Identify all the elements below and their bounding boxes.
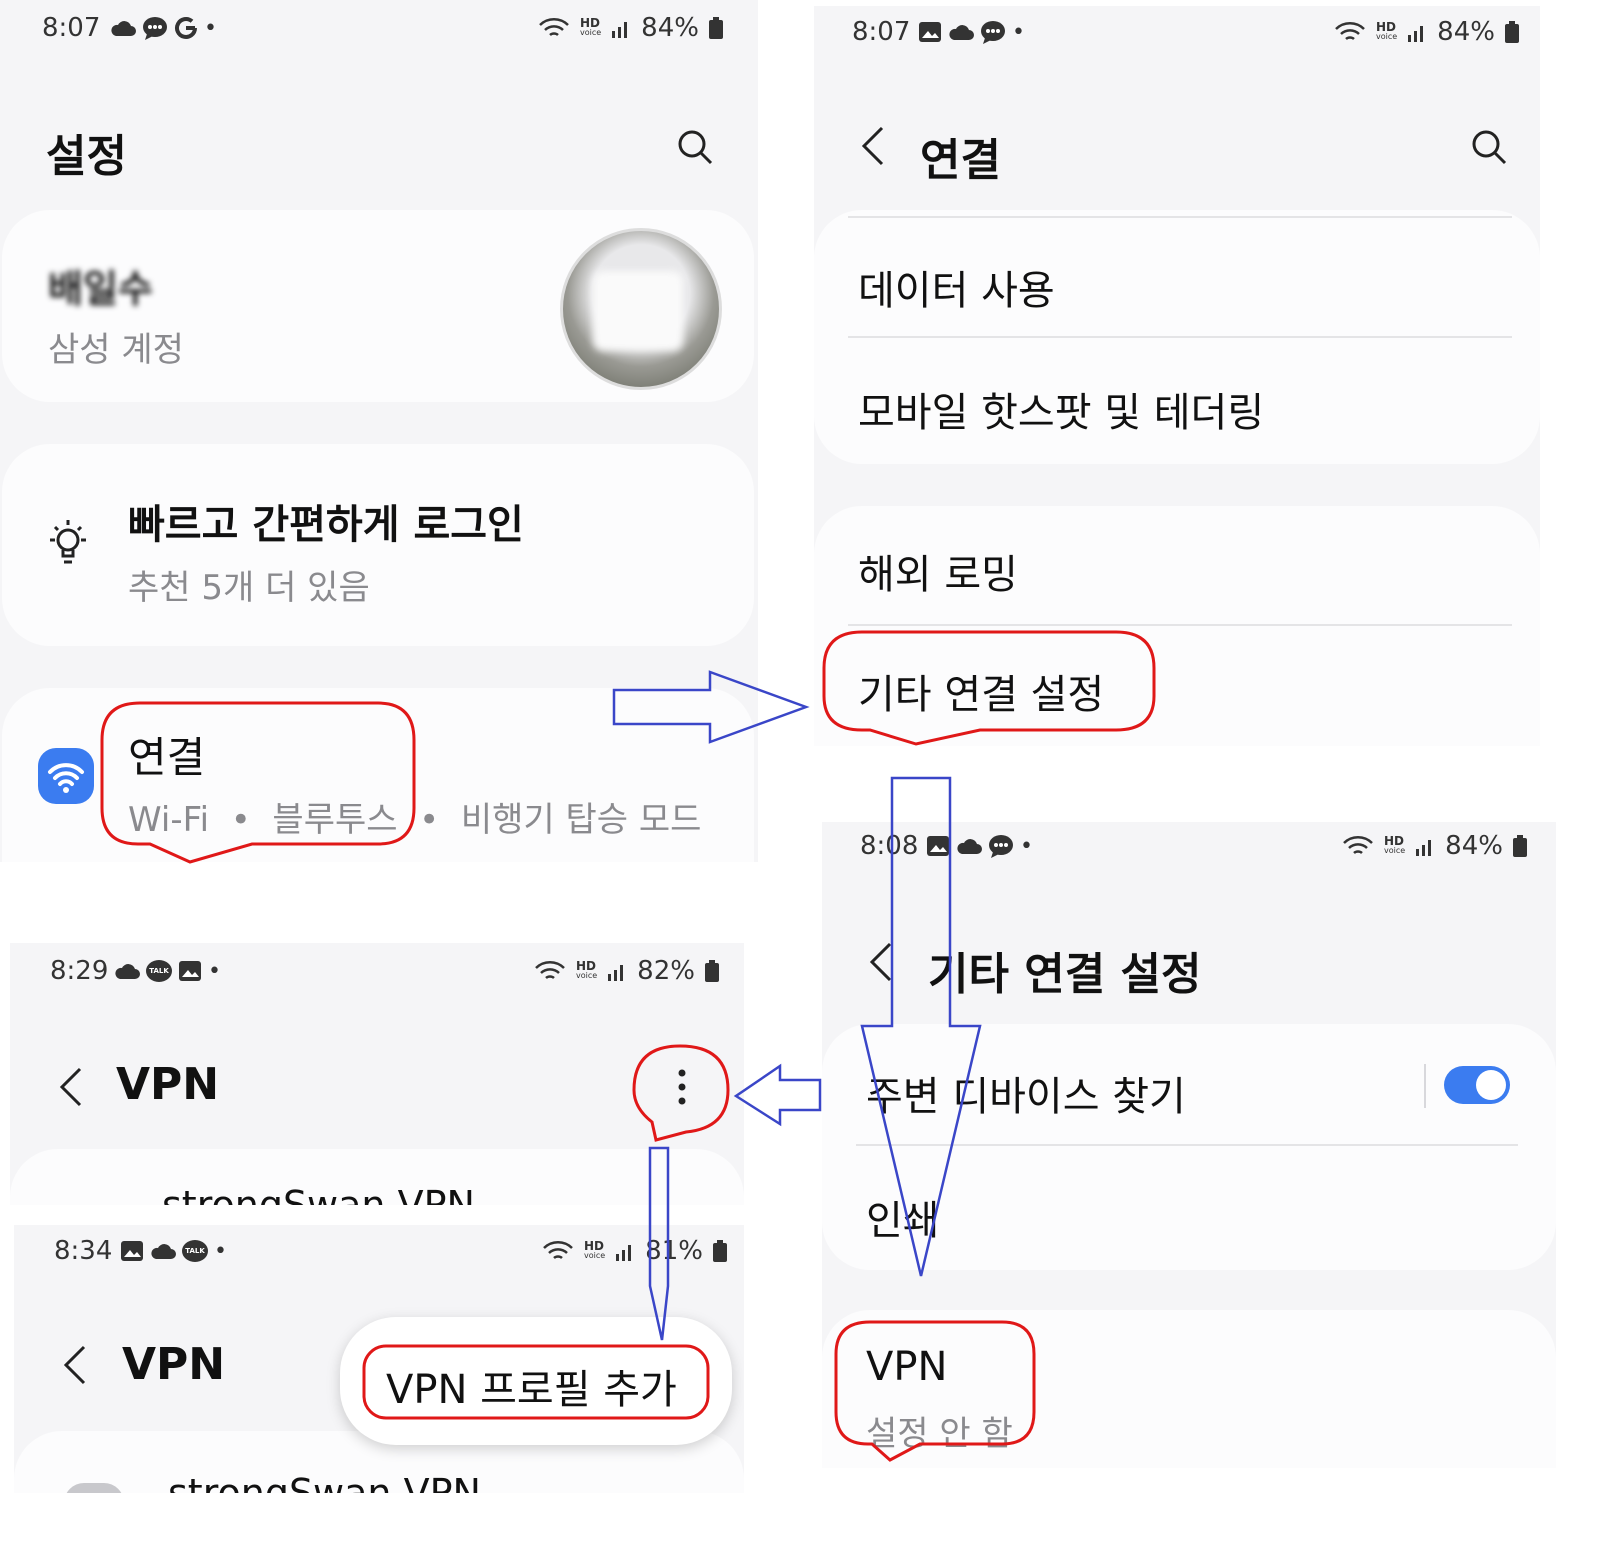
arrow-left xyxy=(733,1063,822,1127)
highlight-callout-more-options xyxy=(632,1044,730,1142)
annotation-overlay xyxy=(100,630,1156,1462)
highlight-callout-more-connections xyxy=(822,630,1156,746)
arrow-down-short xyxy=(648,1146,670,1341)
highlight-add-vpn-profile xyxy=(362,1344,710,1420)
arrow-down xyxy=(860,776,982,1277)
highlight-callout-vpn xyxy=(834,1320,1036,1462)
arrow-right xyxy=(612,670,810,744)
highlight-callout-connections xyxy=(100,701,416,864)
